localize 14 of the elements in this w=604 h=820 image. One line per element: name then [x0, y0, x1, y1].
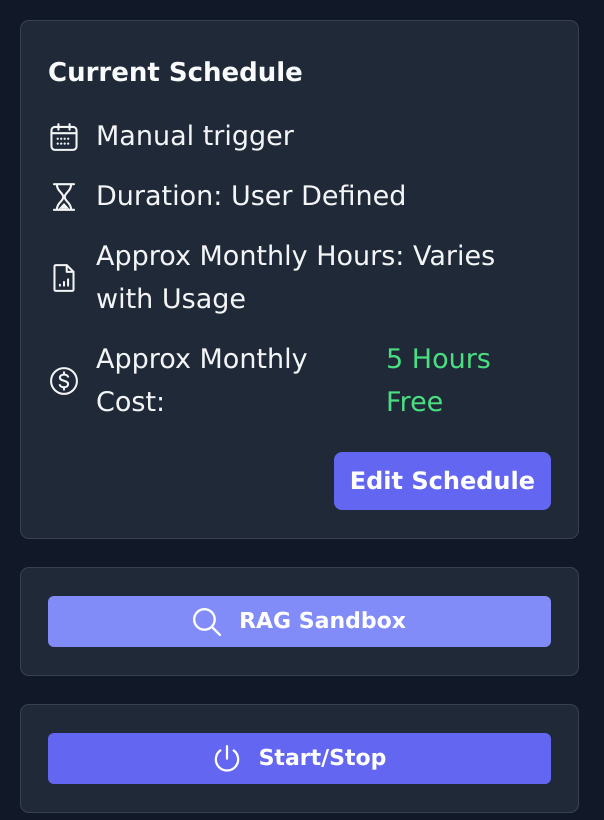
schedule-detail: Manual trigger: [96, 120, 295, 154]
start-stop-button[interactable]: Start/Stop: [48, 733, 551, 784]
sandbox-button[interactable]: RAG Sandbox: [48, 596, 551, 647]
cost-value: 5 Hours Free: [386, 343, 492, 420]
cost-label: Approx Monthly Cost:: [96, 343, 309, 420]
card-title: Current Schedule: [48, 57, 304, 90]
hourglass-icon: [50, 182, 78, 210]
edit-schedule-button[interactable]: Edit Schedule: [334, 452, 551, 510]
schedule-detail: Duration: User Defined: [96, 180, 408, 214]
search-icon: [193, 608, 222, 636]
power-icon: [212, 744, 241, 772]
dollar-icon: [50, 367, 78, 395]
schedule-detail: Approx Monthly Hours: Varies with Usage: [96, 240, 496, 317]
calendar-icon: [50, 122, 78, 150]
